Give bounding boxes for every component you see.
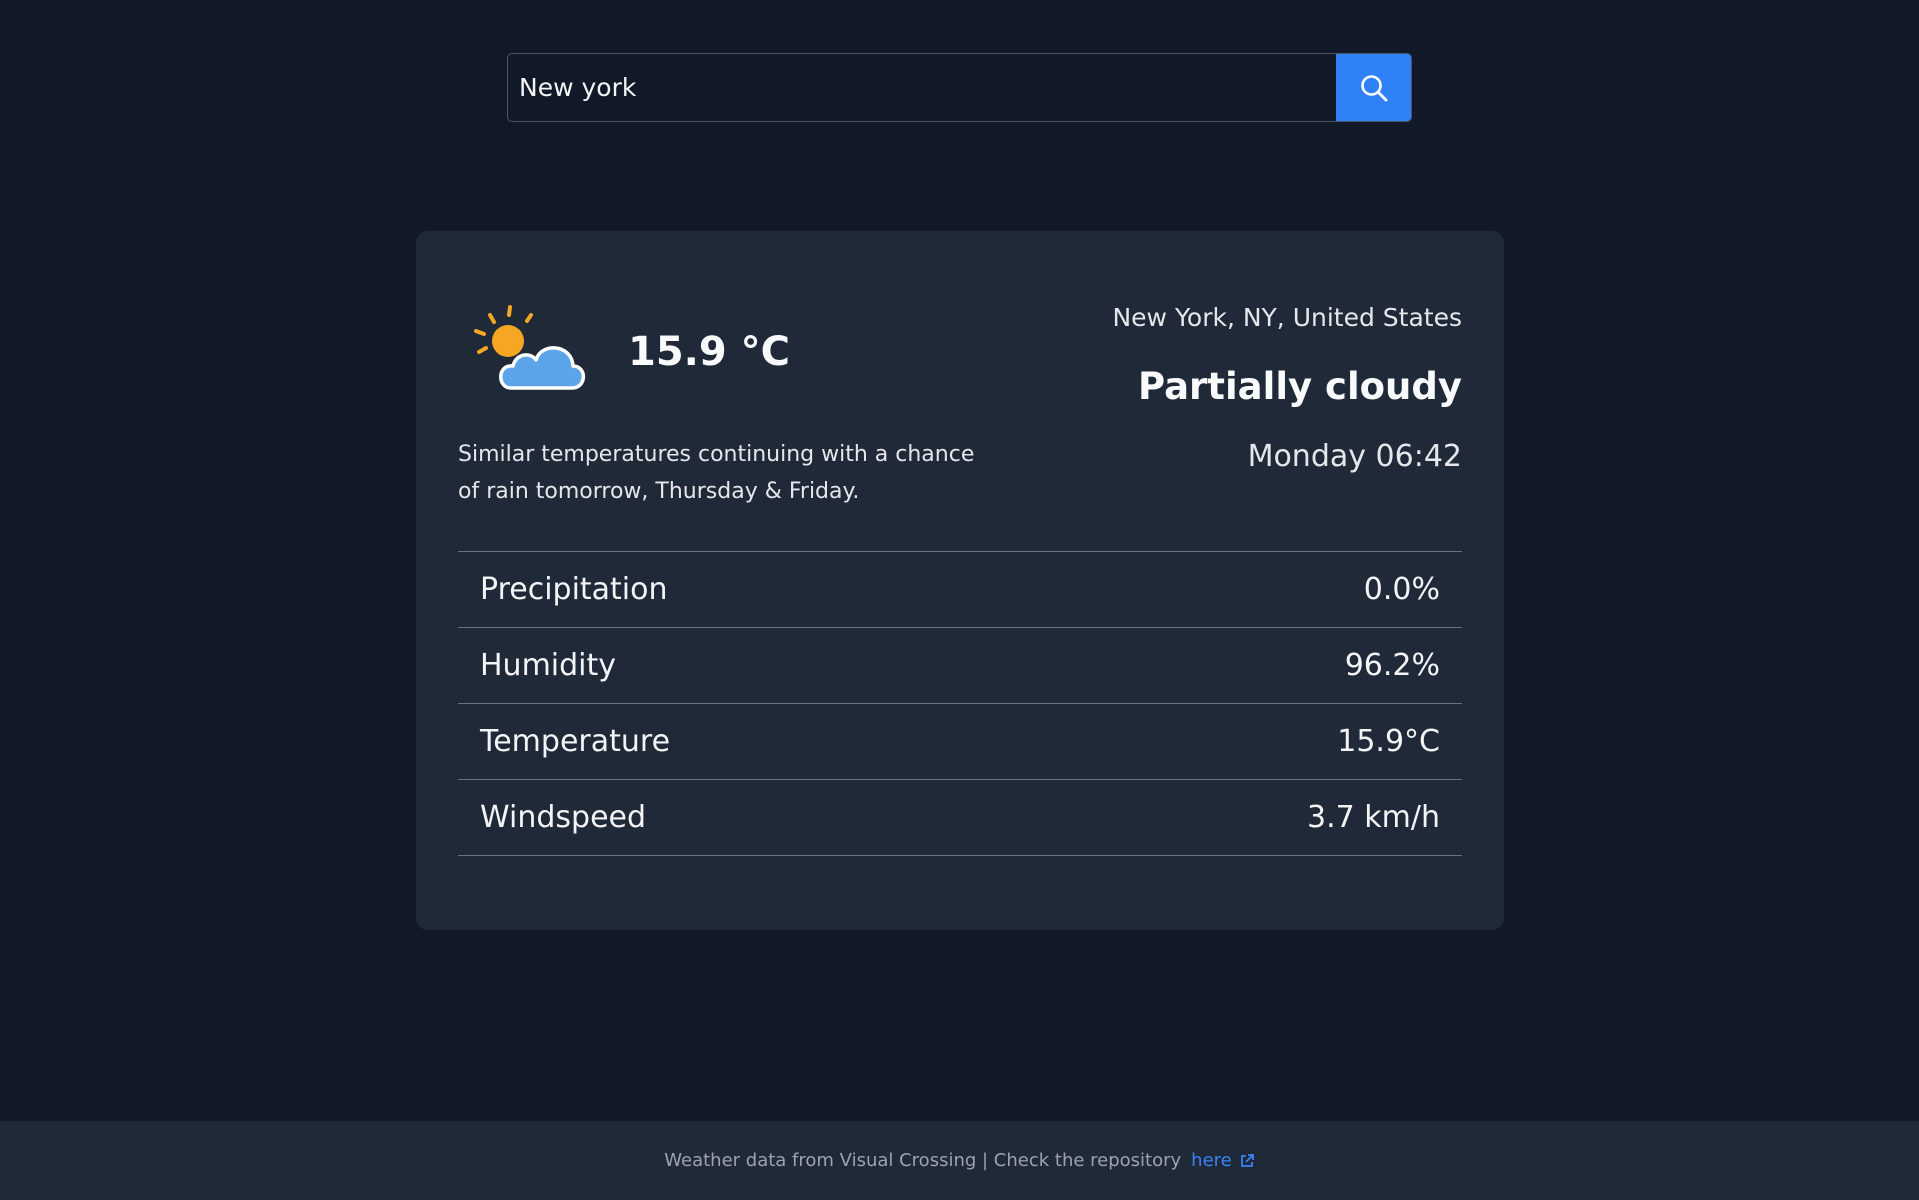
footer-text: Weather data from Visual Crossing | Chec… bbox=[664, 1150, 1182, 1171]
repository-link[interactable]: here bbox=[1191, 1150, 1255, 1171]
stat-row-windspeed: Windspeed 3.7 km/h bbox=[458, 780, 1462, 856]
search-button[interactable] bbox=[1336, 54, 1411, 121]
local-datetime: Monday 06:42 bbox=[1247, 439, 1462, 474]
external-link-icon bbox=[1240, 1153, 1254, 1167]
stat-label: Humidity bbox=[480, 648, 617, 683]
stats-table: Precipitation 0.0% Humidity 96.2% Temper… bbox=[458, 551, 1462, 856]
stat-row-precipitation: Precipitation 0.0% bbox=[458, 552, 1462, 628]
search-input[interactable] bbox=[508, 54, 1336, 121]
stat-label: Precipitation bbox=[480, 572, 668, 607]
weather-app: 15.9 °C Similar temperatures continuing … bbox=[0, 0, 1919, 1200]
repository-link-label: here bbox=[1191, 1150, 1232, 1171]
weather-card: 15.9 °C Similar temperatures continuing … bbox=[416, 231, 1504, 930]
stat-label: Windspeed bbox=[480, 800, 647, 835]
location-panel: New York, NY, United States Partially cl… bbox=[1112, 301, 1462, 477]
weather-description: Similar temperatures continuing with a c… bbox=[458, 442, 975, 504]
partly-cloudy-day-icon bbox=[474, 305, 586, 390]
stat-label: Temperature bbox=[480, 724, 671, 759]
stat-row-temperature: Temperature 15.9°C bbox=[458, 704, 1462, 780]
weather-condition: Partially cloudy bbox=[1137, 365, 1462, 408]
footer: Weather data from Visual Crossing | Chec… bbox=[0, 1121, 1919, 1200]
stat-row-humidity: Humidity 96.2% bbox=[458, 628, 1462, 704]
location-name: New York, NY, United States bbox=[1112, 303, 1462, 332]
stat-value: 96.2% bbox=[1344, 648, 1440, 683]
stat-value: 15.9°C bbox=[1337, 724, 1440, 759]
stat-value: 0.0% bbox=[1363, 572, 1440, 607]
search-icon bbox=[1360, 74, 1387, 101]
current-temperature: 15.9 °C bbox=[628, 329, 790, 375]
stat-value: 3.7 km/h bbox=[1307, 800, 1440, 835]
search-bar bbox=[507, 53, 1412, 122]
